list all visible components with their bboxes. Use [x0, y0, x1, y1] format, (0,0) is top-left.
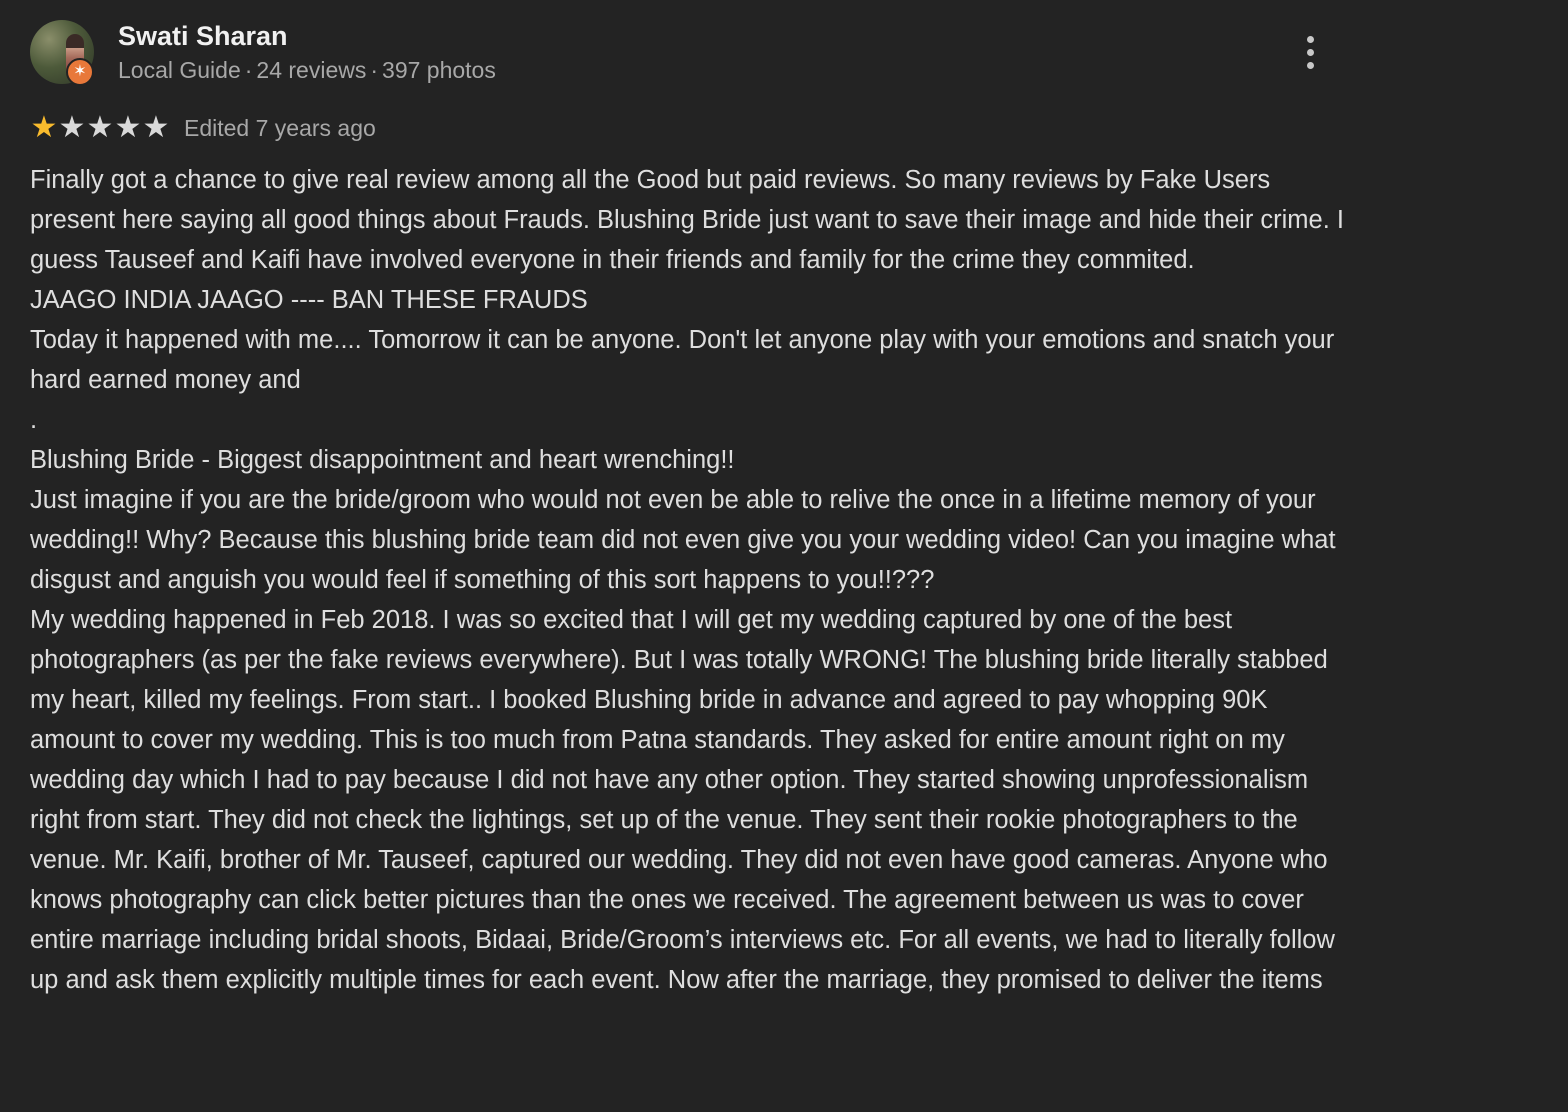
meta-separator: ·: [370, 57, 379, 83]
local-guide-star-icon: ✶: [66, 58, 94, 86]
review-paragraph: Just imagine if you are the bride/groom …: [30, 486, 1343, 594]
review-paragraph: Today it happened with me.... Tomorrow i…: [30, 326, 1342, 394]
reviewer-meta: Local Guide · 24 reviews · 397 photos: [118, 56, 496, 84]
meta-separator: ·: [244, 57, 253, 83]
review-paragraph: Finally got a chance to give real review…: [30, 166, 1352, 274]
review-text: Finally got a chance to give real review…: [30, 160, 1350, 1000]
reviewer-photo-count: 397 photos: [382, 57, 496, 83]
more-vertical-icon-dot: [1306, 48, 1314, 56]
star-empty-icon: ★: [86, 111, 114, 144]
more-options-button[interactable]: [1294, 30, 1326, 74]
star-empty-icon: ★: [58, 111, 86, 144]
reviewer-role: Local Guide: [118, 57, 241, 83]
reviewer-review-count: 24 reviews: [256, 57, 367, 83]
more-vertical-icon: [1306, 35, 1314, 43]
star-rating: ★ ★ ★ ★ ★: [30, 113, 170, 143]
reviewer-name[interactable]: Swati Sharan: [118, 20, 288, 52]
review-paragraph: Blushing Bride - Biggest disappointment …: [30, 446, 735, 474]
review-paragraph: .: [30, 406, 38, 434]
review-paragraph: JAAGO INDIA JAAGO ---- BAN THESE FRAUDS: [30, 286, 588, 314]
review-header: ✶ Swati Sharan Local Guide · 24 reviews · 39…: [30, 20, 1350, 86]
star-filled-icon: ★: [30, 111, 58, 144]
star-empty-icon: ★: [114, 111, 142, 144]
rating-row: ★ ★ ★ ★ ★ Edited 7 years ago: [30, 104, 1350, 152]
more-vertical-icon-dot: [1306, 61, 1314, 69]
review-card: ✶ Swati Sharan Local Guide · 24 reviews · 39…: [30, 20, 1350, 1000]
star-empty-icon: ★: [142, 111, 170, 144]
edited-timestamp: Edited 7 years ago: [184, 114, 376, 141]
review-paragraph: My wedding happened in Feb 2018. I was s…: [30, 606, 1342, 994]
